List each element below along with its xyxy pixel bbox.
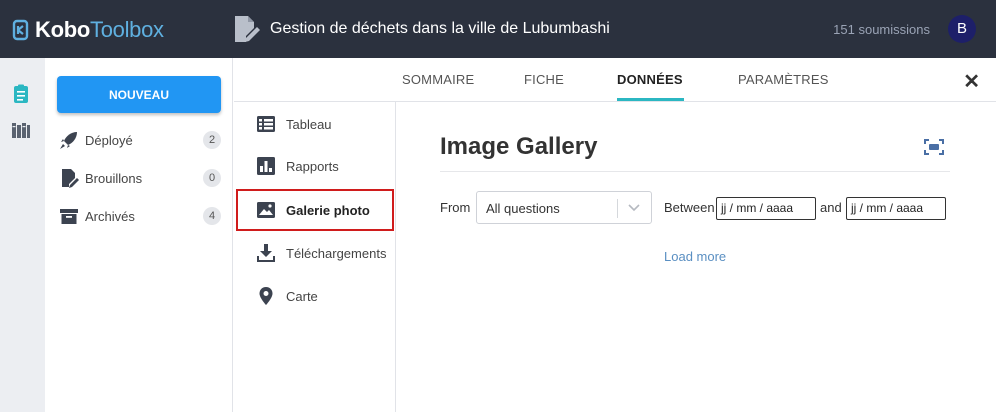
page-title: Image Gallery xyxy=(440,133,598,160)
select-separator xyxy=(617,199,618,218)
count-badge: 2 xyxy=(203,131,221,149)
download-icon xyxy=(257,244,275,262)
app: KoboToolbox Gestion de déchets dans la v… xyxy=(0,0,996,412)
active-tab-indicator xyxy=(617,98,684,101)
sidebar-item-deployed[interactable]: Déployé 2 xyxy=(59,128,221,152)
start-date-field[interactable]: jj / mm / aaaa xyxy=(716,197,816,220)
project-tabs: SOMMAIRE FICHE DONNÉES PARAMÈTRES ✕ xyxy=(234,58,996,102)
between-label: Between xyxy=(664,200,715,215)
subnav-item-downloads[interactable]: Téléchargements xyxy=(256,241,386,265)
reports-icon xyxy=(257,157,275,175)
data-subnav: Tableau Rapports Galerie photo Télécharg… xyxy=(234,102,396,412)
subnav-item-table[interactable]: Tableau xyxy=(256,112,332,136)
subnav-item-map[interactable]: Carte xyxy=(256,284,318,308)
tab-data[interactable]: DONNÉES xyxy=(617,72,683,87)
fullscreen-icon[interactable] xyxy=(924,139,944,155)
tab-settings[interactable]: PARAMÈTRES xyxy=(738,72,829,87)
projects-sidebar: NOUVEAU Déployé 2 Brouillons 0 Archivés … xyxy=(45,58,233,412)
main-panel: SOMMAIRE FICHE DONNÉES PARAMÈTRES ✕ Tabl… xyxy=(234,58,996,412)
subnav-item-label: Rapports xyxy=(286,158,339,174)
close-icon[interactable]: ✕ xyxy=(963,69,980,94)
library-icon[interactable] xyxy=(11,120,31,140)
from-label: From xyxy=(440,200,471,215)
forms-icon[interactable] xyxy=(11,84,31,104)
tab-form[interactable]: FICHE xyxy=(524,72,564,87)
new-project-button[interactable]: NOUVEAU xyxy=(57,76,221,113)
logo-text: KoboToolbox xyxy=(35,17,164,42)
subnav-item-label: Carte xyxy=(286,288,318,304)
subnav-item-reports[interactable]: Rapports xyxy=(256,154,339,178)
sidebar-item-label: Archivés xyxy=(85,208,135,224)
chevron-down-icon xyxy=(628,204,640,212)
form-title: Gestion de déchets dans la ville de Lubu… xyxy=(270,20,610,37)
draft-icon xyxy=(62,169,79,188)
count-badge: 0 xyxy=(203,169,221,187)
load-more-link[interactable]: Load more xyxy=(664,249,726,264)
user-avatar[interactable]: B xyxy=(948,15,976,43)
kobotoolbox-logo[interactable]: KoboToolbox xyxy=(12,18,164,42)
question-select-value: All questions xyxy=(486,201,560,216)
image-gallery-panel: Image Gallery From All questions Between… xyxy=(396,102,996,412)
kobo-logo-icon xyxy=(12,19,29,41)
highlight-annotation xyxy=(236,189,394,231)
end-date-field[interactable]: jj / mm / aaaa xyxy=(846,197,946,220)
table-icon xyxy=(257,116,275,132)
sidebar-item-label: Déployé xyxy=(85,132,133,148)
subnav-item-label: Téléchargements xyxy=(286,245,387,261)
rocket-icon xyxy=(60,132,77,149)
archive-icon xyxy=(60,209,78,224)
sidebar-item-label: Brouillons xyxy=(85,170,143,186)
left-rail xyxy=(0,58,45,412)
title-divider xyxy=(440,171,950,172)
tab-summary[interactable]: SOMMAIRE xyxy=(402,72,474,87)
subnav-item-label: Tableau xyxy=(286,116,332,132)
and-label: and xyxy=(820,200,842,215)
submission-count: 151 soumissions xyxy=(833,22,930,37)
map-pin-icon xyxy=(259,287,273,305)
question-select[interactable]: All questions xyxy=(476,191,652,224)
form-edit-icon xyxy=(235,16,260,42)
count-badge: 4 xyxy=(203,207,221,225)
sidebar-item-archived[interactable]: Archivés 4 xyxy=(59,204,221,228)
top-bar: KoboToolbox Gestion de déchets dans la v… xyxy=(0,0,996,58)
sidebar-item-drafts[interactable]: Brouillons 0 xyxy=(59,166,221,190)
